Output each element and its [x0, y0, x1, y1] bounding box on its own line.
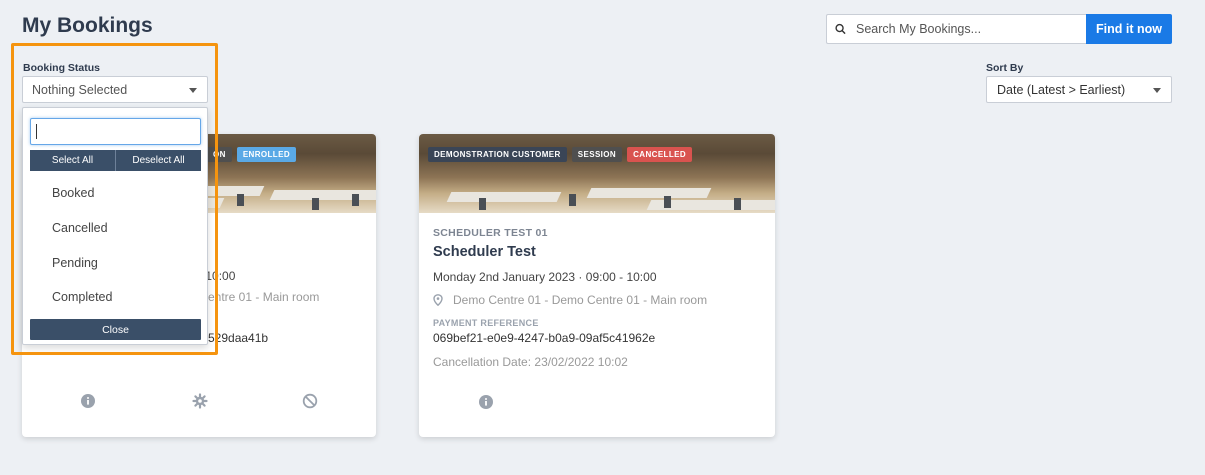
- card-location-fragment: entre 01 - Main room: [208, 290, 320, 304]
- search-input[interactable]: [856, 22, 1086, 36]
- option-pending[interactable]: Pending: [52, 256, 98, 270]
- search-bar: Find it now: [826, 14, 1172, 44]
- card-actions: [419, 395, 775, 409]
- card-ref-fragment: 529daa41b: [208, 331, 269, 345]
- deselect-all-button[interactable]: Deselect All: [115, 150, 201, 171]
- text-cursor: [36, 124, 37, 139]
- gear-icon: [192, 393, 208, 409]
- sort-by-select[interactable]: Date (Latest > Earliest): [986, 76, 1172, 103]
- payment-reference: 069bef21-e0e9-4247-b0a9-09af5c41962e: [433, 331, 656, 345]
- caret-down-icon: [189, 88, 197, 93]
- card-date: Monday 2nd January 2023 · 09:00 - 10:00: [433, 270, 657, 284]
- payment-reference-label: PAYMENT REFERENCE: [433, 318, 539, 328]
- close-dropdown-button[interactable]: Close: [30, 319, 201, 340]
- search-icon: [835, 23, 846, 35]
- cancellation-date: Cancellation Date: 23/02/2022 10:02: [433, 355, 628, 369]
- cancelled-badge: CANCELLED: [627, 147, 693, 162]
- card-image: DEMONSTRATION CUSTOMER SESSION CANCELLED: [419, 134, 775, 213]
- booking-status-value: Nothing Selected: [32, 83, 128, 97]
- enrolled-badge: ENROLLED: [236, 147, 297, 162]
- customer-badge: DEMONSTRATION CUSTOMER: [428, 147, 567, 162]
- booking-card: DEMONSTRATION CUSTOMER SESSION CANCELLED…: [419, 134, 775, 437]
- card-actions: [22, 393, 376, 409]
- info-icon: [81, 394, 95, 408]
- session-badge: SESSION: [571, 147, 623, 162]
- card-badge: ON: [207, 147, 232, 162]
- sort-by-label: Sort By: [986, 62, 1024, 74]
- booking-status-label: Booking Status: [23, 62, 101, 74]
- info-icon: [479, 395, 493, 409]
- card-location-row: Demo Centre 01 - Demo Centre 01 - Main r…: [433, 293, 761, 307]
- booking-status-dropdown: Select All Deselect All Booked Cancelled…: [22, 107, 208, 345]
- settings-button[interactable]: [154, 393, 246, 409]
- find-it-now-button[interactable]: Find it now: [1086, 14, 1172, 44]
- option-booked[interactable]: Booked: [52, 186, 94, 200]
- card-location: Demo Centre 01 - Demo Centre 01 - Main r…: [453, 293, 708, 307]
- option-completed[interactable]: Completed: [52, 290, 112, 304]
- ban-icon: [302, 393, 318, 409]
- card-title[interactable]: Scheduler Test: [433, 244, 761, 260]
- map-pin-icon: [433, 294, 443, 306]
- card-body: SCHEDULER TEST 01 Scheduler Test Monday …: [419, 213, 775, 369]
- booking-status-select[interactable]: Nothing Selected: [22, 76, 208, 103]
- info-button[interactable]: [22, 393, 154, 409]
- dropdown-search-input[interactable]: [30, 118, 201, 145]
- sort-by-value: Date (Latest > Earliest): [997, 83, 1126, 97]
- card-subtitle: SCHEDULER TEST 01: [433, 227, 548, 239]
- page-title: My Bookings: [22, 14, 153, 37]
- dropdown-bulk-actions: Select All Deselect All: [30, 150, 201, 171]
- cancel-booking-button[interactable]: [246, 393, 374, 409]
- caret-down-icon: [1153, 88, 1161, 93]
- select-all-button[interactable]: Select All: [30, 150, 115, 171]
- search-box[interactable]: [826, 14, 1086, 44]
- option-cancelled[interactable]: Cancelled: [52, 221, 108, 235]
- info-button[interactable]: [419, 395, 553, 409]
